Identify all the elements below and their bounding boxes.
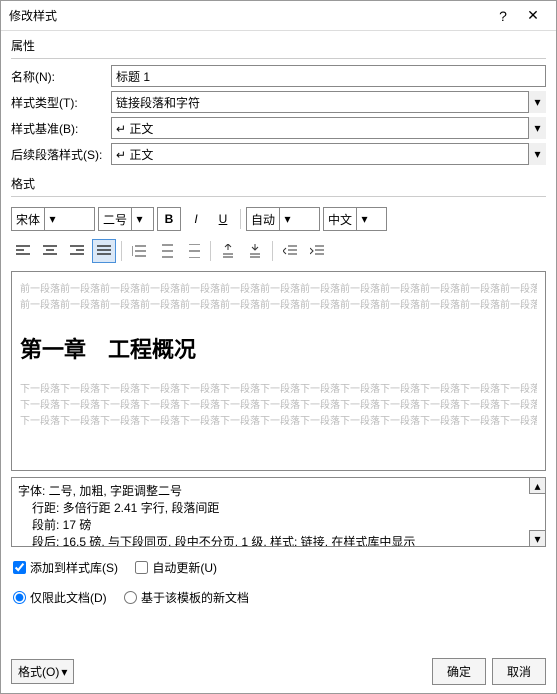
preview-before-text: 前一段落前一段落前一段落前一段落前一段落前一段落前一段落前一段落前一段落前一段落… bbox=[20, 298, 537, 314]
align-right-button[interactable] bbox=[65, 239, 89, 263]
next-style-select[interactable] bbox=[111, 143, 546, 165]
preview-after-text: 下一段落下一段落下一段落下一段落下一段落下一段落下一段落下一段落下一段落下一段落… bbox=[20, 398, 537, 414]
bold-button[interactable]: B bbox=[157, 207, 181, 231]
ok-button[interactable]: 确定 bbox=[432, 658, 486, 685]
help-button[interactable]: ? bbox=[488, 8, 518, 24]
scroll-up-button[interactable]: ▴ bbox=[529, 478, 545, 494]
font-color-select[interactable]: 自动▾ bbox=[246, 207, 320, 231]
space-before-inc-button[interactable] bbox=[216, 239, 240, 263]
chevron-down-icon: ▾ bbox=[131, 208, 147, 230]
font-size-value: 二号 bbox=[99, 211, 131, 228]
format-button-label: 格式(O) bbox=[18, 663, 59, 680]
format-section-label: 格式 bbox=[1, 169, 556, 194]
chevron-down-icon: ▾ bbox=[61, 665, 67, 679]
chevron-down-icon: ▾ bbox=[279, 208, 295, 230]
line-spacing-1-button[interactable] bbox=[127, 239, 151, 263]
desc-line-4: 段后: 16.5 磅, 与下段同页, 段中不分页, 1 级, 样式: 链接, 在… bbox=[18, 533, 539, 547]
preview-after-text: 下一段落下一段落下一段落下一段落下一段落下一段落下一段落下一段落下一段落下一段落… bbox=[20, 414, 537, 430]
underline-button[interactable]: U bbox=[211, 207, 235, 231]
indent-decrease-button[interactable] bbox=[278, 239, 302, 263]
line-spacing-2-button[interactable] bbox=[181, 239, 205, 263]
next-style-label: 后续段落样式(S): bbox=[11, 146, 111, 163]
desc-line-2: 行距: 多倍行距 2.41 字行, 段落间距 bbox=[18, 499, 539, 516]
font-family-value: 宋体 bbox=[12, 211, 44, 228]
this-document-label: 仅限此文档(D) bbox=[30, 589, 107, 606]
close-button[interactable]: ✕ bbox=[518, 7, 548, 24]
add-to-gallery-label: 添加到样式库(S) bbox=[30, 559, 118, 576]
preview-heading: 第一章 工程概况 bbox=[20, 332, 537, 364]
scroll-down-button[interactable]: ▾ bbox=[529, 530, 545, 546]
chevron-down-icon: ▾ bbox=[356, 208, 372, 230]
desc-line-1: 字体: 二号, 加粗, 字距调整二号 bbox=[18, 482, 539, 499]
font-size-select[interactable]: 二号▾ bbox=[98, 207, 154, 231]
style-base-select[interactable] bbox=[111, 117, 546, 139]
italic-button[interactable]: I bbox=[184, 207, 208, 231]
language-select[interactable]: 中文▾ bbox=[323, 207, 387, 231]
line-spacing-1-5-button[interactable] bbox=[154, 239, 178, 263]
auto-update-label: 自动更新(U) bbox=[152, 559, 217, 576]
template-radio[interactable]: 基于该模板的新文档 bbox=[124, 589, 249, 606]
preview-after-text: 下一段落下一段落下一段落下一段落下一段落下一段落下一段落下一段落下一段落下一段落… bbox=[20, 382, 537, 398]
indent-increase-button[interactable] bbox=[305, 239, 329, 263]
align-justify-button[interactable] bbox=[92, 239, 116, 263]
font-color-value: 自动 bbox=[247, 211, 279, 228]
format-dropdown-button[interactable]: 格式(O) ▾ bbox=[11, 659, 74, 684]
space-before-dec-button[interactable] bbox=[243, 239, 267, 263]
name-input[interactable] bbox=[111, 65, 546, 87]
description-box: 字体: 二号, 加粗, 字距调整二号 行距: 多倍行距 2.41 字行, 段落间… bbox=[11, 477, 546, 547]
language-value: 中文 bbox=[324, 211, 356, 228]
align-center-button[interactable] bbox=[38, 239, 62, 263]
dialog-title: 修改样式 bbox=[9, 7, 488, 24]
properties-section-label: 属性 bbox=[1, 31, 556, 56]
auto-update-checkbox[interactable]: 自动更新(U) bbox=[135, 559, 217, 576]
font-family-select[interactable]: 宋体▾ bbox=[11, 207, 95, 231]
align-left-button[interactable] bbox=[11, 239, 35, 263]
chevron-down-icon: ▾ bbox=[44, 208, 60, 230]
name-label: 名称(N): bbox=[11, 68, 111, 85]
style-type-select[interactable] bbox=[111, 91, 546, 113]
style-base-label: 样式基准(B): bbox=[11, 120, 111, 137]
preview-box: 前一段落前一段落前一段落前一段落前一段落前一段落前一段落前一段落前一段落前一段落… bbox=[11, 271, 546, 471]
template-label: 基于该模板的新文档 bbox=[141, 589, 249, 606]
cancel-button[interactable]: 取消 bbox=[492, 658, 546, 685]
this-document-radio[interactable]: 仅限此文档(D) bbox=[13, 589, 107, 606]
preview-before-text: 前一段落前一段落前一段落前一段落前一段落前一段落前一段落前一段落前一段落前一段落… bbox=[20, 282, 537, 298]
desc-line-3: 段前: 17 磅 bbox=[18, 516, 539, 533]
style-type-label: 样式类型(T): bbox=[11, 94, 111, 111]
add-to-gallery-checkbox[interactable]: 添加到样式库(S) bbox=[13, 559, 118, 576]
